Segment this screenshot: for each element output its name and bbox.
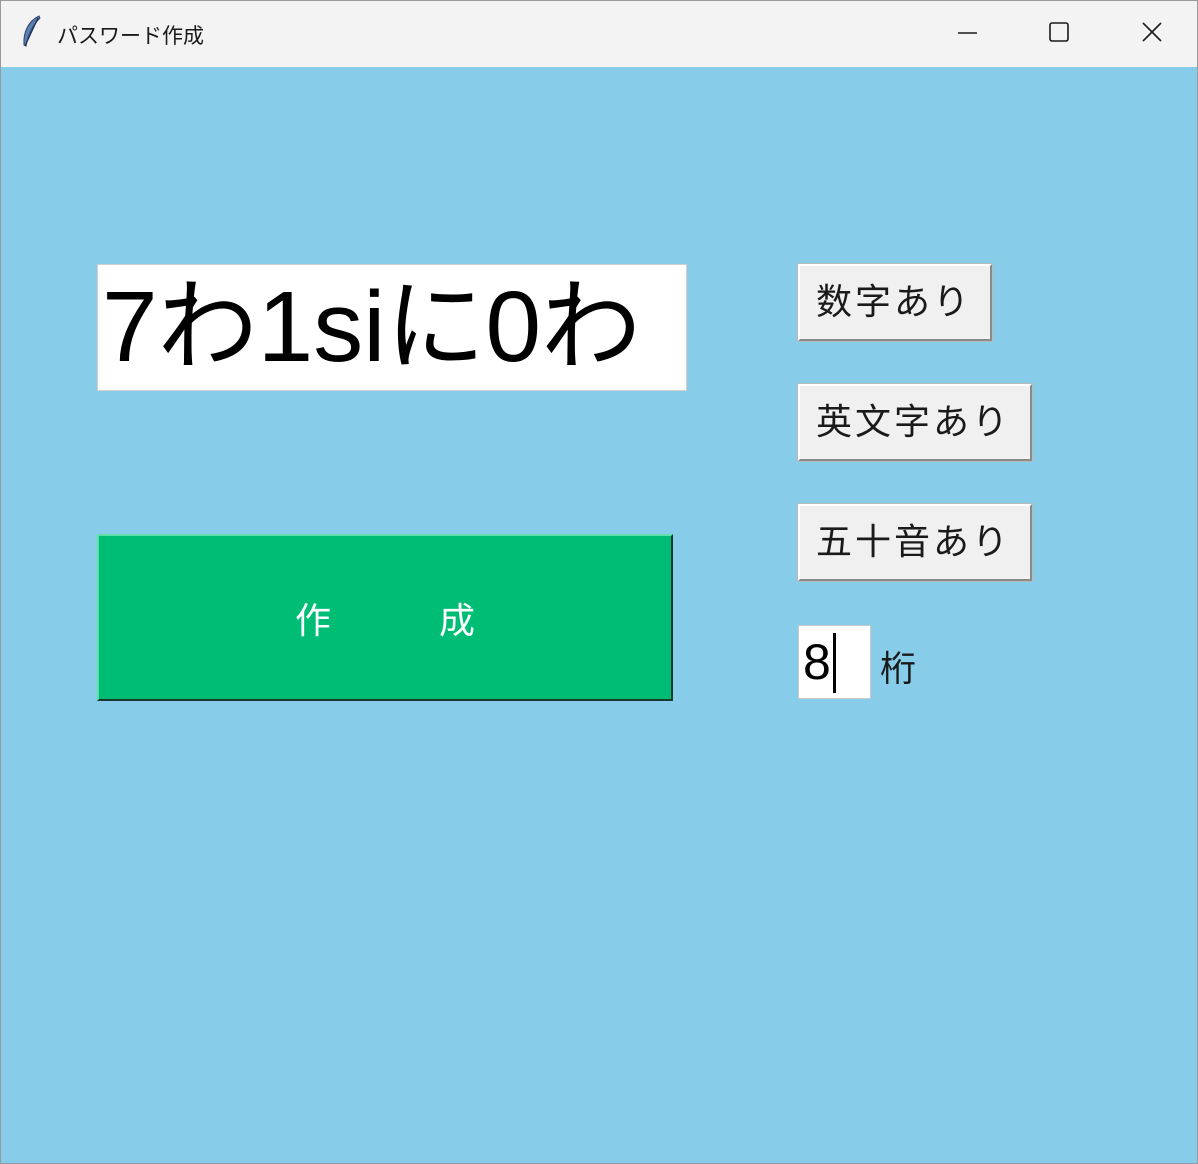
minimize-icon bbox=[958, 32, 977, 34]
maximize-icon bbox=[1049, 22, 1069, 42]
maximize-button[interactable] bbox=[1013, 1, 1105, 65]
kana-toggle-button[interactable]: 五十音あり bbox=[797, 503, 1033, 582]
digits-value: 8 bbox=[803, 634, 831, 690]
app-window: パスワード作成 7わ1siに0わ 作 成 数字あり 英文字あり 五十音あり 8 … bbox=[0, 0, 1198, 1164]
main-content: 7わ1siに0わ 作 成 数字あり 英文字あり 五十音あり 8 桁 bbox=[1, 67, 1197, 1163]
feather-icon bbox=[19, 15, 43, 49]
close-button[interactable] bbox=[1105, 1, 1197, 65]
text-caret bbox=[832, 632, 836, 693]
close-icon bbox=[1142, 22, 1162, 42]
create-button[interactable]: 作 成 bbox=[97, 534, 673, 701]
title-bar[interactable]: パスワード作成 bbox=[1, 1, 1197, 67]
window-title: パスワード作成 bbox=[57, 24, 204, 48]
password-output[interactable]: 7わ1siに0わ bbox=[97, 264, 687, 391]
digits-unit-label: 桁 bbox=[880, 649, 917, 690]
numbers-toggle-button[interactable]: 数字あり bbox=[797, 263, 993, 342]
digits-input[interactable]: 8 bbox=[798, 625, 871, 699]
letters-toggle-button[interactable]: 英文字あり bbox=[797, 383, 1033, 462]
minimize-button[interactable] bbox=[921, 1, 1013, 65]
